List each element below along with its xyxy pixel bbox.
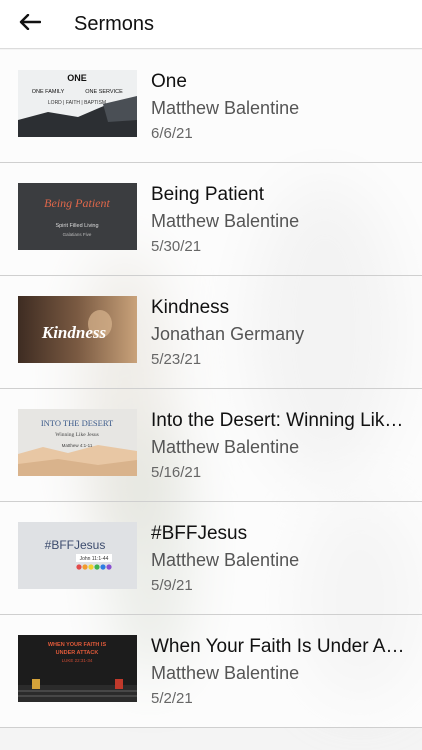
thumb-text: LUKE 22:31-34 (62, 658, 93, 663)
thumb-text: UNDER ATTACK (56, 650, 99, 656)
sermon-date: 5/30/21 (151, 238, 202, 255)
sermon-thumbnail: WHEN YOUR FAITH IS UNDER ATTACK LUKE 22:… (18, 635, 137, 702)
thumb-text: Matthew 4:1-11 (62, 443, 93, 448)
thumb-text: Spirit Filled Living (55, 223, 98, 229)
thumb-text: John 11:1-44 (80, 556, 109, 562)
sermon-date: 6/6/21 (151, 125, 193, 142)
sermon-date: 5/23/21 (151, 351, 202, 368)
thumb-text: #BFFJesus (45, 538, 106, 552)
page-title: Sermons (74, 12, 155, 35)
sermon-list: ONE ONE FAMILY ONE SERVICE LORD | FAITH … (0, 50, 422, 728)
thumb-text: ONE (67, 73, 87, 83)
sermon-title: When Your Faith Is Under Attack (151, 636, 408, 657)
arrow-left-icon (19, 13, 42, 35)
sermon-row-kindness[interactable]: Kindness Kindness Jonathan Germany 5/23/… (0, 276, 422, 389)
thumb-text: INTO THE DESERT (41, 418, 114, 428)
thumb-text: Galatians Five (63, 232, 92, 237)
sermon-row-faith-under-attack[interactable]: WHEN YOUR FAITH IS UNDER ATTACK LUKE 22:… (0, 615, 422, 728)
sermon-row-being-patient[interactable]: Being Patient Spirit Filled Living Galat… (0, 163, 422, 276)
sermon-speaker: Matthew Balentine (151, 98, 300, 118)
thumb-text: WHEN YOUR FAITH IS (48, 642, 107, 648)
thumb-text: Winning Like Jesus (55, 432, 98, 438)
sermon-speaker: Matthew Balentine (151, 663, 300, 683)
sermon-thumbnail: Kindness (18, 296, 137, 363)
thumb-text: LORD | FAITH | BAPTISM (48, 100, 106, 106)
thumb-text: ONE FAMILY (32, 89, 65, 95)
sermon-row-bffjesus[interactable]: #BFFJesus John 11:1-44 #BFFJesus Matthew… (0, 502, 422, 615)
sermon-speaker: Matthew Balentine (151, 550, 300, 570)
sermon-title: Kindness (151, 297, 230, 318)
sermon-thumbnail: ONE ONE FAMILY ONE SERVICE LORD | FAITH … (18, 70, 137, 137)
thumb-text: ONE SERVICE (85, 89, 123, 95)
sermon-date: 5/9/21 (151, 577, 193, 594)
sermon-row-one[interactable]: ONE ONE FAMILY ONE SERVICE LORD | FAITH … (0, 50, 422, 163)
sermon-speaker: Matthew Balentine (151, 211, 300, 231)
sermon-title: Into the Desert: Winning Like Jesus (151, 410, 408, 431)
sermon-title: One (151, 71, 187, 92)
sermon-title: Being Patient (151, 184, 265, 205)
sermon-thumbnail: Being Patient Spirit Filled Living Galat… (18, 183, 137, 250)
sermon-date: 5/2/21 (151, 690, 193, 707)
thumb-text: Kindness (41, 323, 107, 342)
sermon-thumbnail: #BFFJesus John 11:1-44 (18, 522, 137, 589)
app-header: Sermons (0, 0, 422, 49)
sermon-thumbnail: INTO THE DESERT Winning Like Jesus Matth… (18, 409, 137, 476)
sermon-date: 5/16/21 (151, 464, 202, 481)
sermon-speaker: Matthew Balentine (151, 437, 300, 457)
sermon-title: #BFFJesus (151, 523, 248, 544)
sermon-row-into-the-desert[interactable]: INTO THE DESERT Winning Like Jesus Matth… (0, 389, 422, 502)
thumb-text: Being Patient (44, 196, 110, 210)
back-button[interactable] (0, 0, 60, 49)
sermon-speaker: Jonathan Germany (151, 324, 305, 344)
